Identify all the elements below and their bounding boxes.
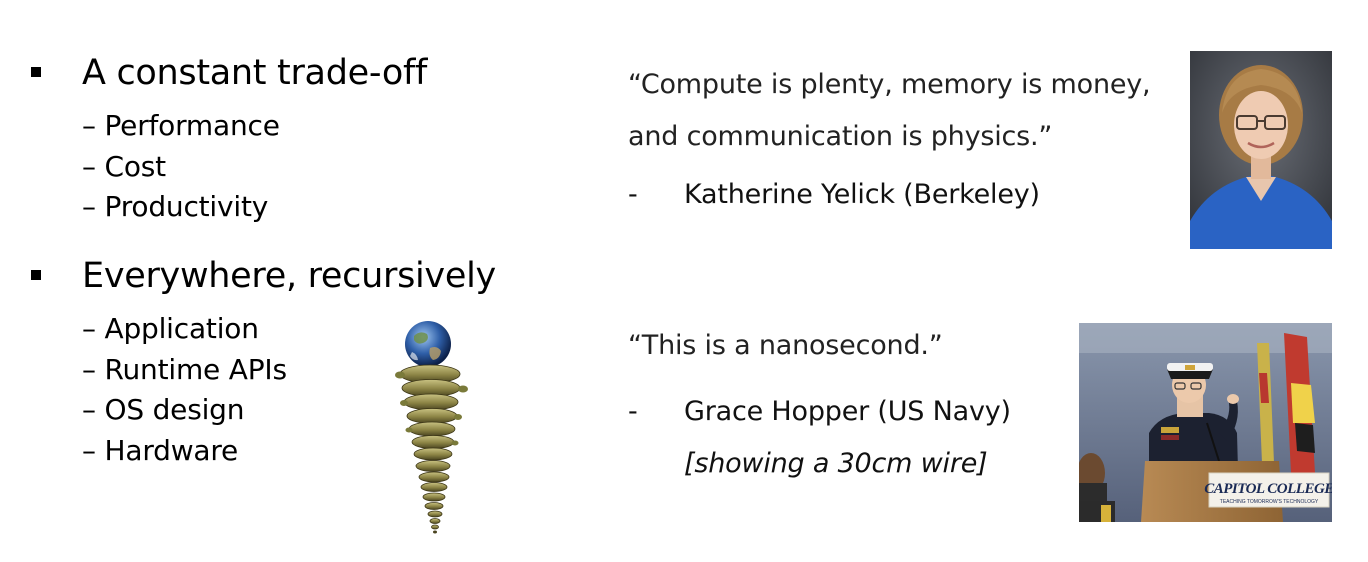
heading-everywhere: Everywhere, recursively — [82, 256, 496, 296]
podium-sign-title: CAPITOL COLLEGE — [1204, 481, 1332, 497]
attribution-hopper: Grace Hopper (US Navy) — [684, 396, 1011, 427]
quote-yelick-line-2: and communication is physics.” — [628, 121, 1053, 152]
everywhere-list: – Application – Runtime APIs – OS design… — [82, 309, 287, 471]
list-item: – OS design — [82, 393, 245, 426]
bullet-square-1 — [31, 67, 41, 77]
list-item: – Productivity — [82, 190, 269, 223]
list-item: – Runtime APIs — [82, 352, 287, 386]
heading-trade-off: A constant trade-off — [82, 53, 427, 93]
trade-off-list: – Performance – Cost – Productivity — [82, 106, 280, 228]
list-item: – Application — [82, 312, 259, 345]
attribution-dash: - — [628, 396, 638, 427]
attribution-yelick: Katherine Yelick (Berkeley) — [684, 179, 1040, 210]
quote-hopper: “This is a nanosecond.” — [628, 330, 943, 361]
hopper-note: [showing a 30cm wire] — [684, 448, 988, 479]
turtles-all-the-way-down-illustration — [395, 321, 468, 534]
bullet-square-2 — [31, 270, 41, 280]
portrait-katherine-yelick — [1190, 51, 1332, 249]
list-item: – Cost — [82, 149, 166, 183]
podium-sign-tagline: TEACHING TOMORROW'S TECHNOLOGY — [1220, 499, 1319, 505]
earth-globe — [405, 321, 451, 367]
list-item: – Hardware — [82, 433, 239, 467]
quote-yelick-line-1: “Compute is plenty, memory is money, — [628, 69, 1151, 100]
turtle-stack — [395, 364, 468, 534]
photo-grace-hopper: CAPITOL COLLEGE TEACHING TOMORROW'S TECH… — [1079, 323, 1332, 522]
attribution-dash: - — [628, 179, 638, 210]
list-item: – Performance — [82, 109, 280, 142]
